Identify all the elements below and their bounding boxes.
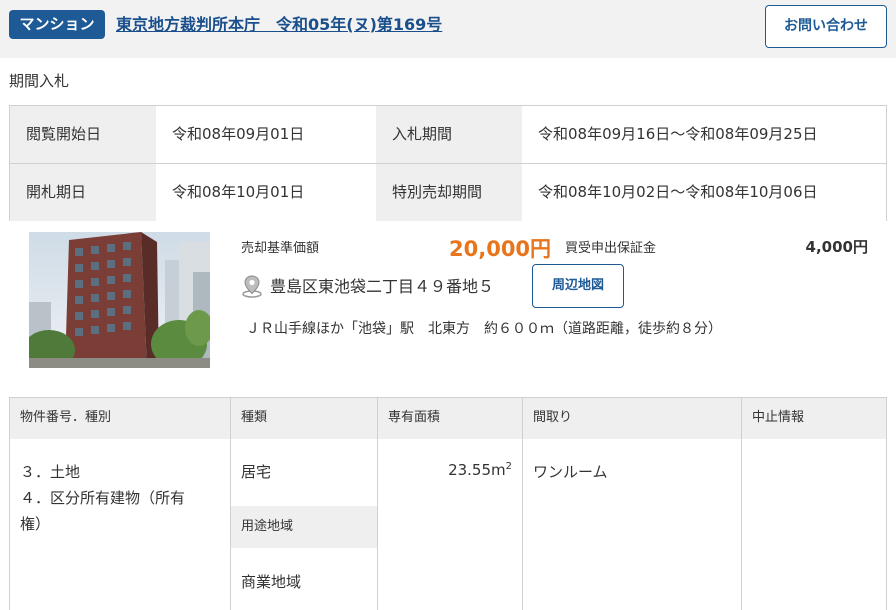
opening-date-label: 開札期日 [10, 164, 156, 221]
property-address: 豊島区東池袋二丁目４９番地５ [270, 277, 495, 296]
area-value: 23.55m2 [448, 461, 512, 479]
base-price-value: 20,000円 [449, 237, 552, 261]
station-access: ＪＲ山手線ほか「池袋」駅 北東方 約６００ｍ（道路距離，徒歩約８分） [246, 321, 722, 337]
property-photo[interactable] [29, 232, 210, 368]
nearby-map-button[interactable]: 周辺地図 [532, 264, 624, 308]
opening-date-value: 令和08年10月01日 [156, 164, 376, 221]
column-divider [230, 398, 231, 610]
zoning-label: 用途地域 [231, 506, 377, 548]
header-number-type: 物件番号．種別 [10, 398, 230, 439]
column-divider [741, 398, 742, 610]
header-kind: 種類 [231, 398, 377, 439]
column-divider [522, 398, 523, 610]
deposit-value: 4,000円 [805, 238, 868, 256]
header-layout: 間取り [523, 398, 741, 439]
contact-button[interactable]: お問い合わせ [765, 5, 887, 48]
bid-period-value: 令和08年09月16日～令和08年09月25日 [522, 106, 886, 163]
special-sale-value: 令和08年10月02日～令和08年10月06日 [522, 164, 886, 221]
property-table: 物件番号．種別 種類 専有面積 間取り 中止情報 ３．土地 ４．区分所有建物（所… [9, 397, 887, 610]
viewing-start-label: 閲覧開始日 [10, 106, 156, 163]
layout-value: ワンルーム [533, 463, 608, 481]
item-condo: ４．区分所有建物（所有 [20, 489, 186, 507]
page-header: マンション 東京地方裁判所本庁 令和05年(ヌ)第169号 お問い合わせ [0, 0, 896, 58]
item-land: ３．土地 [20, 463, 81, 481]
location-pin-icon [241, 274, 263, 298]
property-type-badge: マンション [9, 10, 105, 39]
kind-value: 居宅 [241, 463, 272, 481]
sale-method: 期間入札 [9, 72, 70, 90]
case-title-link[interactable]: 東京地方裁判所本庁 令和05年(ヌ)第169号 [116, 11, 442, 35]
item-condo-cont: 権） [20, 515, 51, 533]
header-area: 専有面積 [378, 398, 522, 439]
column-divider [377, 398, 378, 610]
schedule-table: 閲覧開始日 令和08年09月01日 入札期間 令和08年09月16日～令和08年… [9, 105, 887, 221]
special-sale-label: 特別売却期間 [376, 164, 522, 221]
zoning-value: 商業地域 [241, 573, 302, 591]
header-cancel-info: 中止情報 [742, 398, 886, 439]
bid-period-label: 入札期間 [376, 106, 522, 163]
base-price-label: 売却基準価額 [241, 241, 320, 256]
deposit-label: 買受申出保証金 [565, 241, 657, 256]
viewing-start-value: 令和08年09月01日 [156, 106, 376, 163]
